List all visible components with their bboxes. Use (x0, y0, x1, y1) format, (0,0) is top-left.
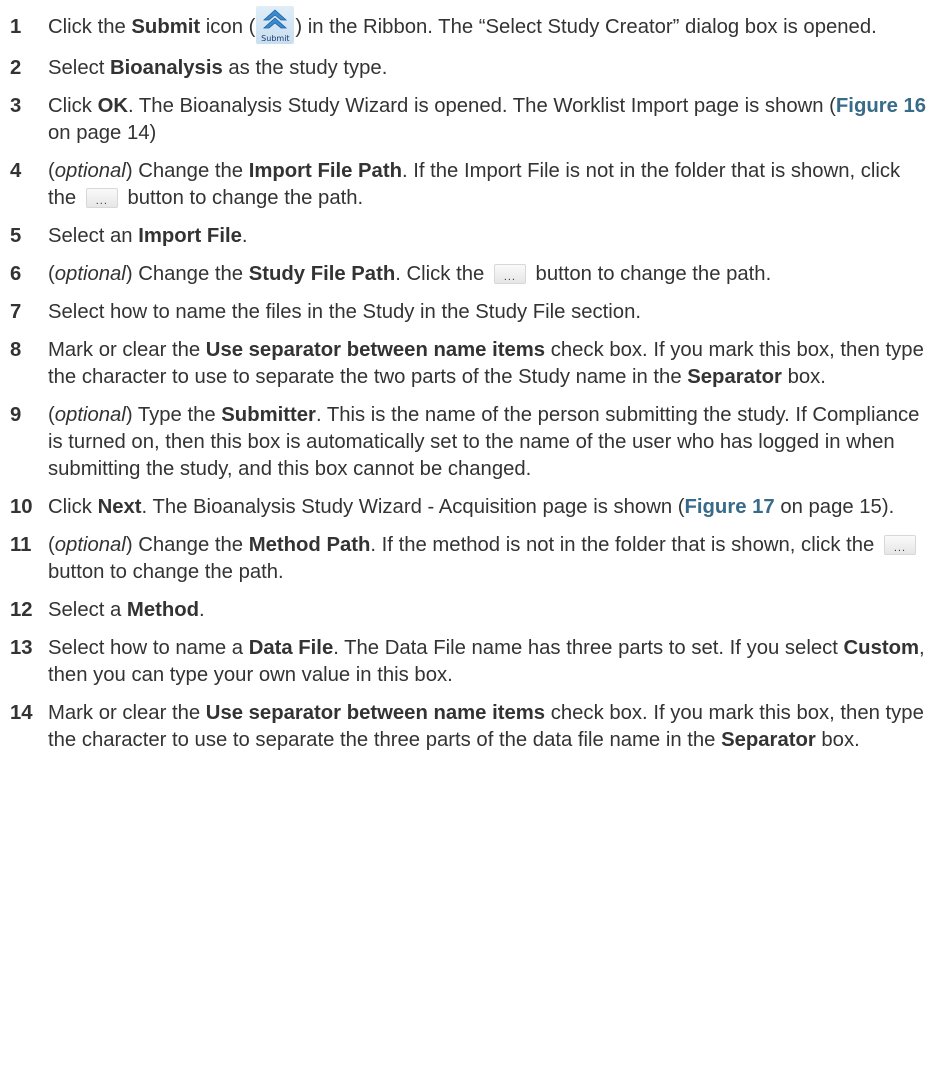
step-number: 12 (10, 599, 33, 621)
step-number: 3 (10, 95, 22, 117)
step-6: 6 (optional) Change the Study File Path. … (10, 261, 930, 288)
step-number: 10 (10, 496, 33, 518)
figure-17-link[interactable]: Figure 17 (685, 496, 775, 518)
step-number: 6 (10, 263, 22, 285)
step-number: 13 (10, 637, 33, 659)
step-number: 4 (10, 160, 22, 182)
step-11: 11 (optional) Change the Method Path. If … (10, 532, 930, 586)
browse-button-icon: ... (493, 264, 526, 284)
step-number: 14 (10, 702, 33, 724)
step-number: 11 (10, 534, 32, 556)
step-3: 3 Click OK. The Bioanalysis Study Wizard … (10, 95, 927, 144)
step-2: 2 Select Bioanalysis as the study type. (10, 55, 930, 82)
step-number: 2 (10, 57, 22, 79)
step-9: 9 (optional) Type the Submitter. This is … (10, 404, 920, 480)
step-number: 5 (10, 225, 22, 247)
step-5: 5 Select an Import File. (10, 223, 930, 250)
step-1: 1 Click the Submit icon (Submit) in the R… (10, 6, 930, 44)
step-number: 7 (10, 301, 22, 323)
step-8: 8 Mark or clear the Use separator between… (10, 339, 924, 388)
step-7: 7 Select how to name the files in the Stu… (10, 299, 930, 326)
browse-button-icon: ... (883, 535, 916, 555)
step-number: 9 (10, 404, 22, 426)
step-13: 13 Select how to name a Data File. The Da… (10, 637, 925, 686)
figure-16-link[interactable]: Figure 16 (836, 95, 926, 117)
browse-button-icon: ... (85, 188, 118, 208)
submit-icon: Submit (256, 6, 295, 44)
procedure-steps: 1 Click the Submit icon (Submit) in the R… (10, 6, 930, 765)
step-number: 1 (10, 16, 22, 38)
step-10: 10 Click Next. The Bioanalysis Study Wiza… (10, 494, 930, 521)
step-4: 4 (optional) Change the Import File Path.… (10, 160, 901, 209)
step-number: 8 (10, 339, 22, 361)
step-14: 14 Mark or clear the Use separator betwee… (10, 702, 924, 751)
step-12: 12 Select a Method. (10, 597, 930, 624)
